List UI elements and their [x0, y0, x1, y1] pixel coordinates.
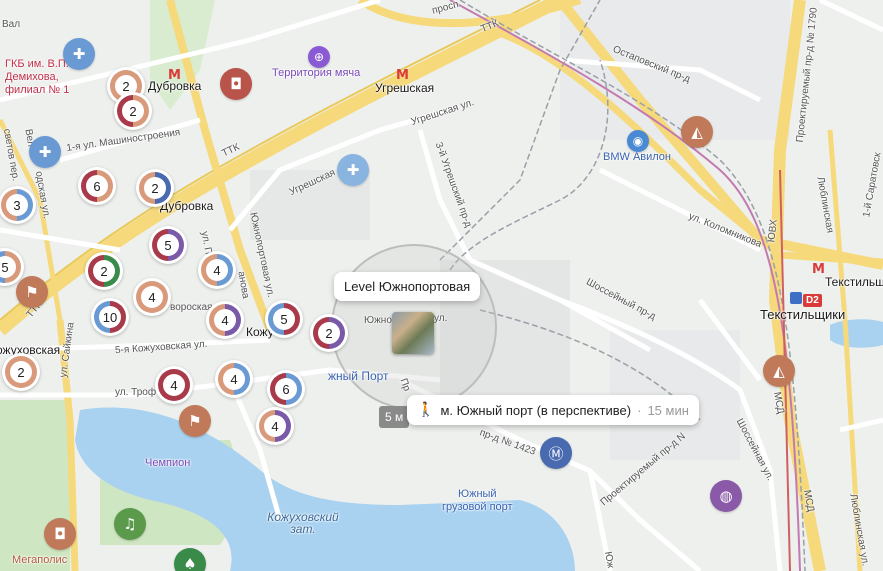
road-label-val: Вал [2, 19, 21, 30]
cluster-count: 5 [1, 259, 9, 275]
poi-label-yuzhny-gruz-port: Южный грузовой порт [442, 488, 513, 513]
isochrone-time-chip: 5 м [379, 406, 410, 428]
metro-label-tekstilshchiki[interactable]: Текстильщики [825, 276, 883, 288]
cluster-count: 4 [221, 312, 229, 328]
poi-label-bmw: BMW Авилон [603, 151, 671, 163]
route-duration: 15 мин [647, 402, 689, 418]
poi-label-hospital: ГКБ им. В.П. Демихова, филиал № 1 [5, 58, 70, 96]
property-cluster[interactable]: 4 [206, 301, 244, 339]
cluster-count: 4 [213, 262, 221, 278]
property-cluster[interactable]: 2 [2, 353, 40, 391]
cluster-count: 2 [151, 180, 159, 196]
flag-icon[interactable]: ⚑ [16, 276, 48, 308]
medical-cross-icon[interactable]: ✚ [29, 136, 61, 168]
property-cluster[interactable]: 5 [149, 226, 187, 264]
road-label-ul: ул. [434, 313, 448, 324]
cluster-count: 4 [230, 371, 238, 387]
cluster-count: 2 [325, 325, 333, 341]
property-cluster[interactable]: 4 [133, 278, 171, 316]
cluster-count: 5 [164, 237, 172, 253]
route-separator: · [637, 402, 642, 418]
cluster-count: 6 [282, 381, 290, 397]
car-service-icon[interactable]: ◉ [627, 130, 649, 152]
map-canvas[interactable]: ТТК ТТК ТТК просп. Остаповский пр-д Угре… [0, 0, 883, 571]
property-cluster[interactable]: 4 [155, 366, 193, 404]
shopping-bag-icon[interactable]: ◘ [44, 518, 76, 550]
property-cluster[interactable]: 2 [136, 169, 174, 207]
property-cluster[interactable]: 6 [78, 167, 116, 205]
property-title-bubble[interactable]: Level Южнопортовая [334, 272, 481, 301]
cluster-count: 4 [148, 289, 156, 305]
cluster-count: 2 [129, 103, 137, 119]
property-cluster[interactable]: 2 [310, 314, 348, 352]
bell-icon[interactable]: ♫ [114, 508, 146, 540]
d2-line-badge: D2 [803, 294, 822, 307]
cluster-count: 6 [93, 178, 101, 194]
walking-person-icon: 🚶 [417, 402, 435, 418]
road-label-troff: ул. Троф [115, 387, 157, 398]
metro-label-kozhukhovskaya[interactable]: ожуховская [0, 344, 60, 356]
property-cluster[interactable]: 4 [256, 407, 294, 445]
cluster-count: 2 [122, 78, 130, 94]
metro-icon: М [812, 262, 825, 277]
cluster-count: 3 [13, 197, 21, 213]
cluster-count: 10 [102, 309, 118, 325]
walking-route-bubble[interactable]: 🚶 м. Южный порт (в перспективе) · 15 мин [407, 395, 699, 425]
route-station-name: м. Южный порт (в перспективе) [440, 402, 632, 418]
property-cluster[interactable]: 6 [267, 370, 305, 408]
road-label-ukh: Юж [602, 550, 616, 570]
cluster-count: 2 [17, 364, 25, 380]
mcd-icon [790, 292, 802, 304]
property-cluster[interactable]: 2 [85, 252, 123, 290]
shopping-bag-icon[interactable]: ◘ [220, 68, 252, 100]
graduation-cap-icon[interactable]: ◭ [763, 355, 795, 387]
metro-label-tekstilshchiki[interactable]: Текстильщики [760, 308, 845, 321]
property-cluster[interactable]: 10 [91, 298, 129, 336]
property-photo-marker[interactable] [392, 312, 434, 354]
property-cluster[interactable]: 5 [265, 300, 303, 338]
metro-label-yuzhny-port[interactable]: жный Порт [328, 370, 389, 382]
graduation-cap-icon[interactable]: ◭ [681, 116, 713, 148]
property-cluster[interactable]: 4 [215, 360, 253, 398]
cluster-count: 4 [271, 418, 279, 434]
metro-station-icon[interactable]: Ⓜ [540, 437, 572, 469]
medical-cross-icon[interactable]: ✚ [337, 154, 369, 186]
metro-label-dubrovka[interactable]: Дубровка [148, 80, 201, 92]
poi-label-territory: Территория мяча [272, 67, 361, 79]
medical-cross-icon[interactable]: ✚ [63, 38, 95, 70]
cluster-count: 5 [280, 311, 288, 327]
poi-label-megapolis: Мегаполис [12, 554, 68, 566]
metro-label-ugreshskaya[interactable]: Угрешская [375, 82, 434, 94]
property-cluster[interactable]: 4 [198, 251, 236, 289]
property-cluster[interactable]: 2 [114, 92, 152, 130]
volleyball-icon[interactable]: ◍ [710, 480, 742, 512]
cluster-count: 2 [100, 263, 108, 279]
poi-label-champion: Чемпион [145, 457, 191, 469]
cluster-count: 4 [170, 377, 178, 393]
flag-icon[interactable]: ⚑ [179, 405, 211, 437]
water-label-kozh-zaton: Кожуховский зат. [267, 510, 339, 536]
dumbbell-icon[interactable]: ⊕ [308, 46, 330, 68]
road-label-yuzhnoport: Южно [364, 315, 392, 326]
